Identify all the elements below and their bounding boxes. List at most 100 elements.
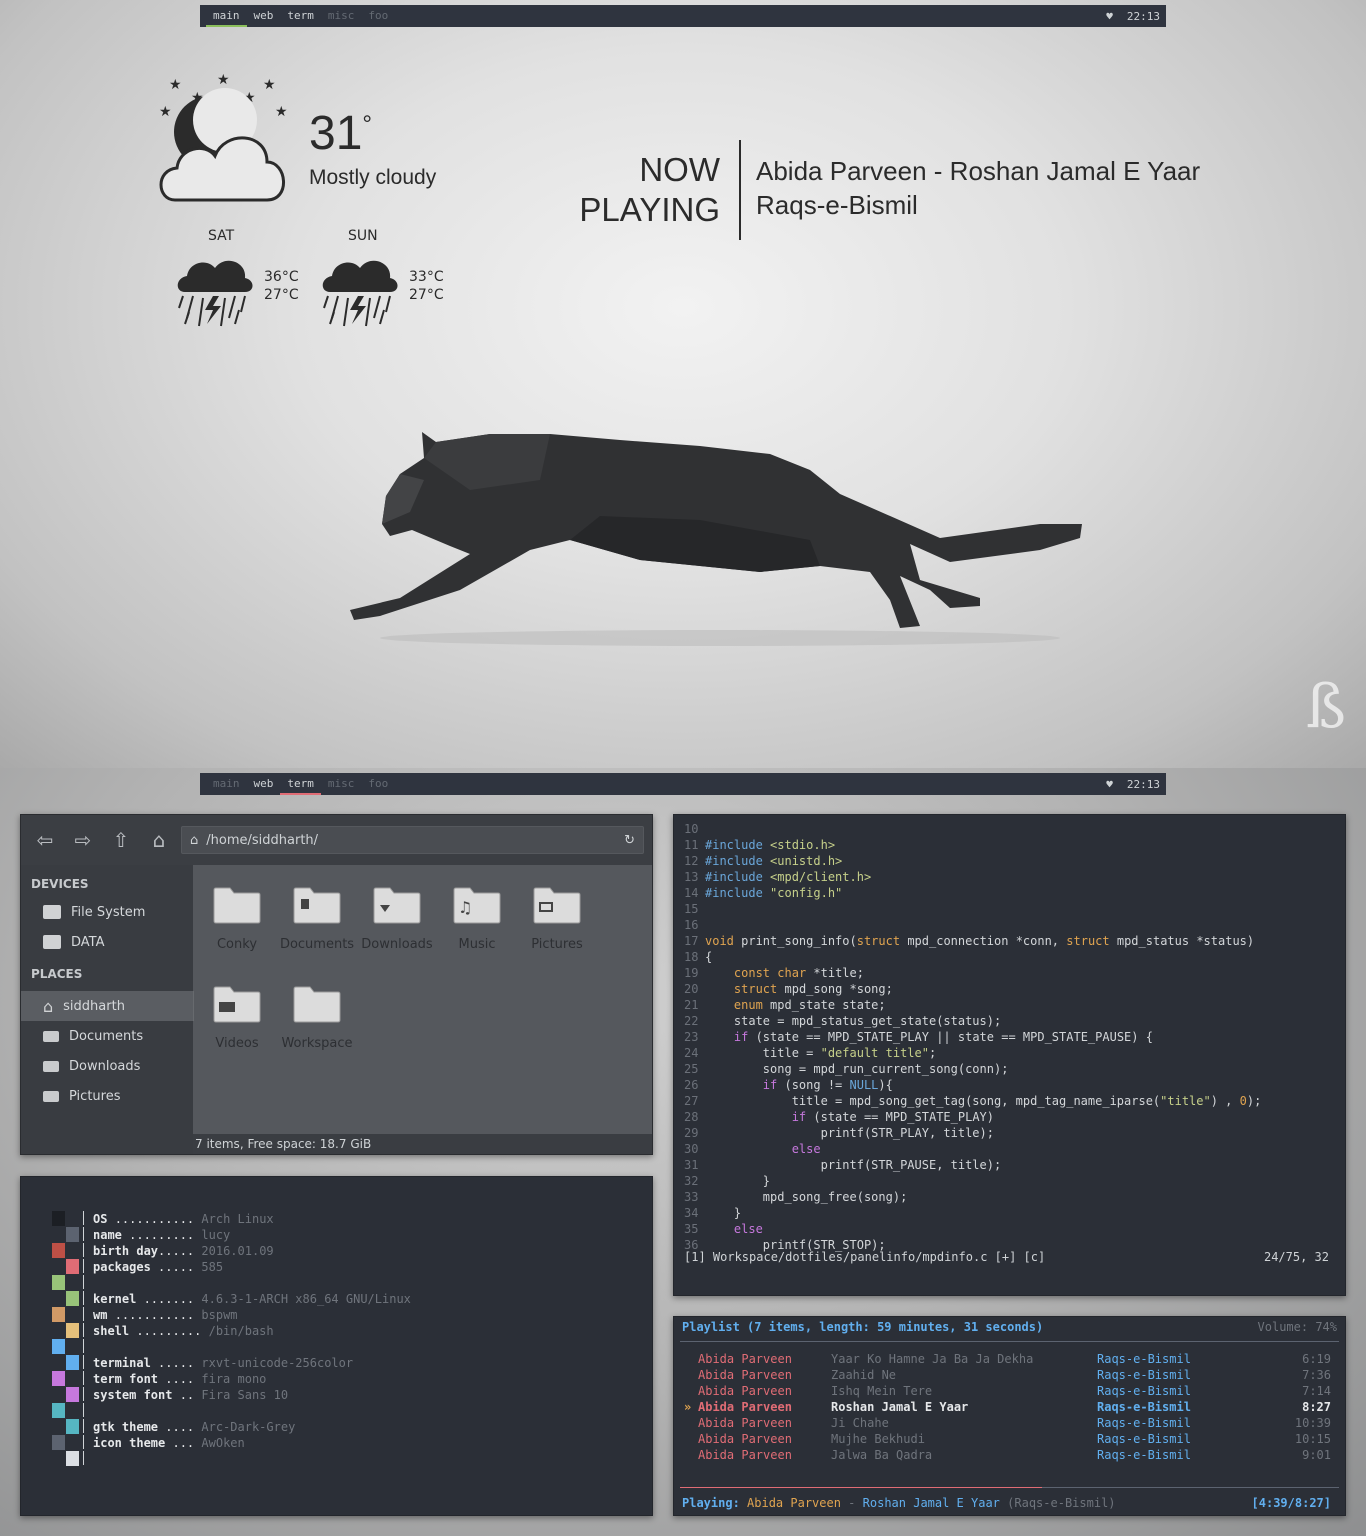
sysinfo-value: 585 [201,1260,224,1274]
playlist-artist: Abida Parveen [698,1400,792,1414]
back-arrow-icon[interactable]: ⇦ [29,825,61,855]
sysinfo-value: fira mono [201,1372,267,1386]
clock: 22:13 [1126,777,1160,791]
forward-arrow-icon[interactable]: ⇨ [67,825,99,855]
playlist-row[interactable]: Abida Parveen Ji Chahe Raqs-e-Bismil 10:39 [682,1415,1337,1431]
sidebar-item-data[interactable]: DATA [21,927,193,957]
header-separator [680,1341,1339,1342]
playlist-row[interactable]: Abida Parveen Mujhe Bekhudi Raqs-e-Bismil 1… [682,1431,1337,1447]
playlist-album: Raqs-e-Bismil [1097,1368,1191,1382]
folder-icon [43,1060,59,1072]
sysinfo-key: icon theme [93,1436,173,1450]
playing-time: [4:39/8:27] [1251,1496,1331,1510]
folder-videos[interactable]: Videos [197,984,277,1051]
code-line: #include <stdio.h> [705,838,836,852]
workspace-web[interactable]: web [247,773,281,795]
palette-bar [83,1355,84,1369]
playlist-album: Raqs-e-Bismil [1097,1384,1191,1398]
workspace-term[interactable]: term [280,773,321,795]
editor-terminal[interactable]: 10 11 #include <stdio.h> 12 #include <unistd… [673,814,1346,1296]
playlist-title: Ishq Mein Tere [831,1384,933,1398]
workspace-main[interactable]: main [206,5,247,27]
playing-artist: Abida Parveen [747,1496,841,1510]
sysinfo-row: term font .... fira mono [93,1371,266,1387]
downloads-folder-icon [373,887,421,924]
code-line: #include "config.h" [705,886,843,900]
now-playing-divider [739,140,741,240]
sysinfo-key: system font [93,1388,180,1402]
workspace-foo[interactable]: foo [361,773,395,795]
location-bar[interactable]: ⌂ /home/siddharth/ ↻ [181,826,644,854]
sysinfo-dots: ........... [114,1212,202,1226]
night-cloud-icon: ★★★★★★ ★ [159,72,288,202]
playlist-row[interactable]: Abida Parveen Ishq Mein Tere Raqs-e-Bismil… [682,1383,1337,1399]
workspace-foo[interactable]: foo [361,5,395,27]
sysinfo-dots: ..... [158,1244,202,1258]
folder-workspace[interactable]: Workspace [277,984,357,1051]
code-line: enum mpd_state state; [733,998,886,1012]
svg-text:★: ★ [263,77,276,93]
sysinfo-value: bspwm [201,1308,238,1322]
file-view: Conky Documents Downloads ♫ Music Picture… [193,865,652,1134]
palette-swatch [66,1323,79,1338]
palette-bar [83,1451,84,1465]
playlist-time: 10:39 [1294,1416,1331,1430]
workspace-misc[interactable]: misc [321,5,362,27]
playlist-row[interactable]: Abida Parveen Jalwa Ba Qadra Raqs-e-Bismil… [682,1447,1337,1463]
up-arrow-icon[interactable]: ⇧ [105,825,137,855]
home-small-icon: ⌂ [190,832,199,848]
file-manager-status: 7 items, Free space: 18.7 GiB [193,1134,652,1154]
playlist-row[interactable]: Abida Parveen Yaar Ko Hamne Ja Ba Ja Dekh… [682,1351,1337,1367]
playlist-artist: Abida Parveen [698,1384,792,1398]
sidebar-item-documents[interactable]: Documents [21,1021,193,1051]
code-line: else [733,1222,763,1236]
sysinfo-row: gtk theme .... Arc-Dark-Grey [93,1419,295,1435]
sidebar-item-siddharth[interactable]: ⌂ siddharth [21,991,194,1021]
workspace-term[interactable]: term [280,5,321,27]
sidebar-item-pictures[interactable]: Pictures [21,1081,193,1111]
ncmpcpp-terminal[interactable]: Playlist (7 items, length: 59 minutes, 3… [673,1316,1346,1516]
playing-album: (Raqs-e-Bismil) [1007,1496,1116,1510]
folder-icon [43,1090,59,1102]
forecast-temps-1: 36°C 27°C [264,269,299,303]
weather-condition: Mostly cloudy [309,166,437,189]
workspace-web[interactable]: web [247,5,281,27]
folder-downloads[interactable]: Downloads [357,885,437,952]
places-header: PLACES [31,967,83,981]
code-line: #include <unistd.h> [705,854,843,868]
sysinfo-row: kernel ....... 4.6.3-1-ARCH x86_64 GNU/L… [93,1291,411,1307]
playlist-artist: Abida Parveen [698,1368,792,1382]
workspace-misc[interactable]: misc [321,773,362,795]
sysinfo-key: birth day [93,1244,159,1258]
folder-conky[interactable]: Conky [197,885,277,952]
palette-swatch [66,1451,79,1466]
playlist-artist: Abida Parveen [698,1432,792,1446]
folder-documents[interactable]: Documents [277,885,357,952]
sidebar-item-filesystem[interactable]: File System [21,897,193,927]
workspace-main[interactable]: main [206,773,247,795]
home-icon[interactable]: ⌂ [143,825,175,855]
palette-bar [83,1371,84,1385]
code-line: song = mpd_run_current_song(conn); [705,1062,1009,1076]
sysinfo-dots: .... [165,1372,202,1386]
progress-fill [680,1487,1043,1488]
folder-music[interactable]: ♫ Music [437,885,517,952]
statusline-position: 24/75, 32 [1263,1250,1329,1264]
playlist-title: Ji Chahe [831,1416,889,1430]
palette-bar [83,1387,84,1401]
sysinfo-key: term font [93,1372,166,1386]
sysinfo-key: gtk theme [93,1420,166,1434]
playlist-row[interactable]: Abida Parveen Zaahid Ne Raqs-e-Bismil 7:36 [682,1367,1337,1383]
forecast-temps-2: 33°C 27°C [409,269,444,303]
playlist-summary: Playlist (7 items, length: 59 minutes, 3… [682,1320,1044,1334]
reload-icon[interactable]: ↻ [624,833,635,848]
palette-bar [83,1323,84,1337]
sysinfo-value: AwOken [201,1436,245,1450]
code-line: #include <mpd/client.h> [705,870,872,884]
sysinfo-terminal[interactable]: OS ........... Arch Linux name ......... … [20,1176,653,1516]
folder-pictures[interactable]: Pictures [517,885,597,952]
playlist-row[interactable]: » Abida Parveen Roshan Jamal E Yaar Raqs-e-… [682,1399,1337,1415]
sidebar-item-downloads[interactable]: Downloads [21,1051,193,1081]
sysinfo-dots: ..... [158,1356,202,1370]
code-line: if (state == MPD_STATE_PLAY || state == … [733,1030,1153,1044]
